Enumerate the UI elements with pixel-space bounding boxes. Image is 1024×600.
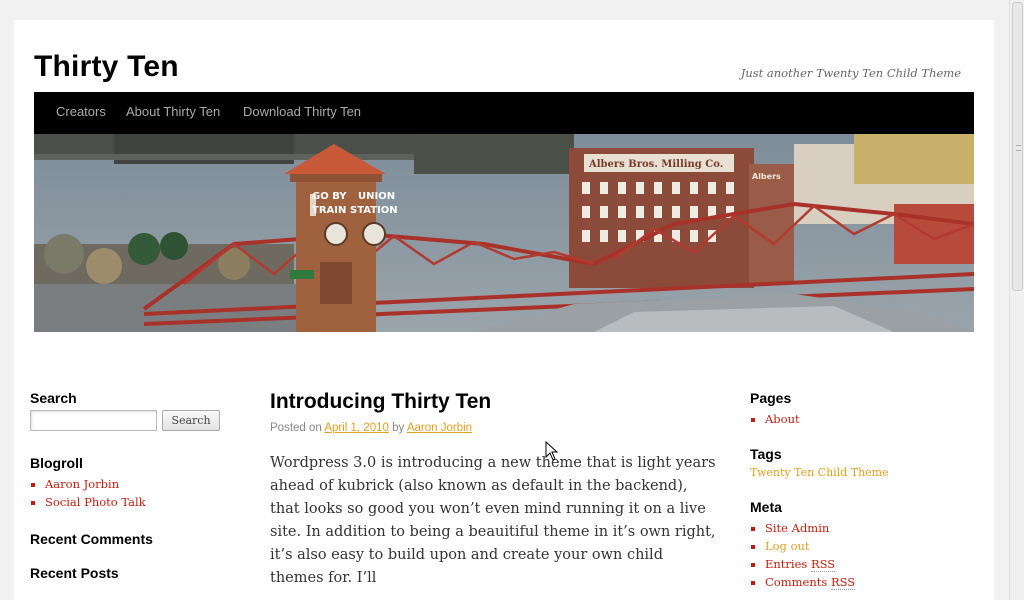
meta-list: Site Admin Log out Entries RSS Comments … (765, 519, 960, 591)
header-image: Albers Bros. Milling Co. Albers GO BY TR… (34, 134, 974, 332)
post-author-link[interactable]: Aaron Jorbin (407, 422, 472, 434)
scrollbar-thumb[interactable] (1012, 2, 1023, 291)
search-input[interactable] (30, 410, 157, 431)
left-sidebar: Search Search Blogroll Aaron Jorbin Soci… (30, 390, 230, 585)
comments-label: Comments (765, 575, 828, 589)
pages-list: About (765, 410, 960, 428)
post-date-link[interactable]: April 1, 2010 (324, 422, 389, 434)
vertical-scrollbar[interactable] (1009, 0, 1024, 600)
entries-label: Entries (765, 557, 808, 571)
site-description: Just another Twenty Ten Child Theme (740, 66, 961, 80)
meta-comments-rss-link[interactable]: Comments RSS (765, 575, 856, 590)
sign-union: UNION (358, 191, 395, 202)
recent-comments-title: Recent Comments (30, 531, 153, 547)
blogroll-link-aaron-jorbin[interactable]: Aaron Jorbin (45, 477, 119, 491)
menu-item-download[interactable]: Download Thirty Ten (243, 104, 361, 119)
scrollbar-grip-icon (1016, 145, 1021, 151)
page-link-about[interactable]: About (765, 412, 800, 426)
meta-title: Meta (750, 499, 782, 515)
meta-site-admin-link[interactable]: Site Admin (765, 521, 829, 535)
post-title[interactable]: Introducing Thirty Ten (270, 390, 720, 414)
building-sign: Albers Bros. Milling Co. (588, 159, 723, 170)
rss-abbr-2: RSS (830, 575, 856, 590)
posted-on-label: Posted on (270, 422, 322, 434)
blogroll-title: Blogroll (30, 455, 83, 471)
search-button[interactable]: Search (162, 410, 220, 431)
rss-abbr: RSS (810, 557, 836, 572)
meta-log-out-link[interactable]: Log out (765, 539, 810, 553)
mouse-cursor-icon (545, 441, 559, 461)
tags-title: Tags (750, 446, 782, 462)
sign-go-by: GO BY (312, 191, 347, 202)
menu-item-creators[interactable]: Creators (56, 104, 106, 119)
recent-posts-title: Recent Posts (30, 565, 119, 581)
blogroll-link-social-photo-talk[interactable]: Social Photo Talk (45, 495, 146, 509)
right-sidebar: Pages About Tags Twenty Ten Child Theme … (750, 390, 960, 600)
post-content: Wordpress 3.0 is introducing a new theme… (270, 455, 716, 586)
post-meta: Posted on April 1, 2010 by Aaron Jorbin (270, 422, 720, 434)
by-label: by (392, 422, 405, 434)
main-content: Introducing Thirty Ten Posted on April 1… (270, 390, 720, 590)
building-sign-small: Albers (752, 172, 781, 181)
blogroll-list: Aaron Jorbin Social Photo Talk (45, 475, 230, 511)
tag-link[interactable]: Twenty Ten Child Theme (750, 466, 960, 479)
search-widget-title: Search (30, 390, 77, 406)
sign-station: STATION (350, 205, 398, 216)
menu-item-about[interactable]: About Thirty Ten (126, 104, 220, 119)
meta-entries-rss-link[interactable]: Entries RSS (765, 557, 836, 572)
main-menu: Creators About Thirty Ten Download Thirt… (34, 92, 974, 134)
pages-title: Pages (750, 390, 792, 406)
site-title[interactable]: Thirty Ten (34, 50, 179, 84)
sign-train: TRAIN (312, 205, 346, 216)
